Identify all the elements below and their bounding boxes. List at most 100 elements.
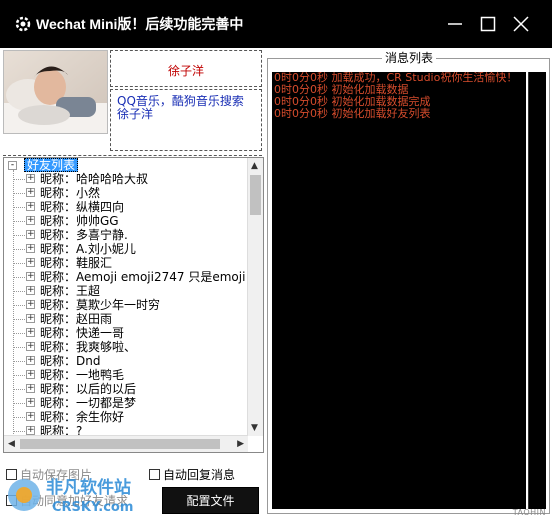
- expand-icon[interactable]: +: [26, 188, 35, 197]
- expand-icon[interactable]: +: [26, 258, 35, 267]
- tree-connector: [14, 417, 25, 418]
- config-button[interactable]: 配置文件: [162, 487, 259, 514]
- tree-item[interactable]: + 昵称：纵横四向: [4, 200, 250, 214]
- tree-item-label: 昵称：多喜宁静.: [40, 228, 128, 242]
- tree-item[interactable]: + 昵称：Dnd: [4, 354, 250, 368]
- expand-icon[interactable]: +: [26, 216, 35, 225]
- expand-icon[interactable]: +: [26, 300, 35, 309]
- tree-connector: [14, 361, 25, 362]
- expand-icon[interactable]: +: [26, 356, 35, 365]
- tree-item-label: 昵称：以后的以后: [40, 382, 137, 396]
- tree-connector: [14, 193, 25, 194]
- scroll-down-icon[interactable]: ▼: [251, 423, 258, 433]
- scroll-thumb[interactable]: [250, 175, 261, 215]
- scroll-left-icon[interactable]: ◀: [8, 439, 15, 449]
- tree-connector: [14, 291, 25, 292]
- expand-icon[interactable]: +: [26, 398, 35, 407]
- tree-connector: [14, 389, 25, 390]
- expand-icon[interactable]: +: [26, 244, 35, 253]
- tree-item[interactable]: + 昵称：帅帅GG: [4, 214, 250, 228]
- tree-connector: [14, 221, 25, 222]
- tree-item[interactable]: + 昵称：我爽够啦、: [4, 340, 250, 354]
- message-log[interactable]: 0时0分0秒 加载成功，CR Studio祝你生活愉快！ 0时0分0秒 初始化加载…: [272, 72, 526, 509]
- scroll-up-icon[interactable]: ▲: [251, 161, 258, 171]
- log-line: 0时0分0秒 初始化加载好友列表: [274, 107, 431, 120]
- tree-item[interactable]: + 昵称：以后的以后: [4, 382, 250, 396]
- auto-accept-friends-option[interactable]: 自动同意加好友请求: [6, 492, 128, 509]
- tree-connector: [14, 277, 25, 278]
- tree-vertical-scrollbar[interactable]: ▲ ▼: [247, 158, 263, 436]
- tree-item[interactable]: + 昵称：多喜宁静.: [4, 228, 250, 242]
- nickname: 徐子洋: [167, 64, 204, 78]
- auto-reply-checkbox[interactable]: [149, 469, 160, 480]
- auto-save-images-checkbox[interactable]: [6, 469, 17, 480]
- tree-item-label: 昵称：莫欺少年一时穷: [40, 298, 161, 312]
- tree-item-label: 昵称：A.刘小妮儿: [40, 242, 136, 256]
- tree-connector: [14, 347, 25, 348]
- expand-icon[interactable]: +: [26, 314, 35, 323]
- expand-icon[interactable]: +: [26, 384, 35, 393]
- auto-reply-option[interactable]: 自动回复消息: [149, 466, 235, 483]
- corner-label: TAOHIN: [512, 508, 546, 517]
- tree-connector: [14, 431, 25, 432]
- tree-item[interactable]: + 昵称：赵田雨: [4, 312, 250, 326]
- close-icon: [513, 16, 529, 32]
- expand-icon[interactable]: +: [26, 412, 35, 421]
- tree-item[interactable]: + 昵称：余生你好: [4, 410, 250, 424]
- expand-icon[interactable]: +: [26, 342, 35, 351]
- tree-item[interactable]: + 昵称：一地鸭毛: [4, 368, 250, 382]
- expand-icon[interactable]: +: [26, 174, 35, 183]
- expand-icon[interactable]: +: [26, 426, 35, 435]
- tree-item-label: 昵称：一切都是梦: [40, 396, 137, 410]
- tree-item-label: 昵称：我爽够啦、: [40, 340, 137, 354]
- tree-item-label: 昵称：Aemoji emoji2747 只是emoji e: [40, 270, 250, 284]
- tree-item[interactable]: + 昵称：鞋服汇: [4, 256, 250, 270]
- tree-connector: [14, 375, 25, 376]
- tree-item[interactable]: + 昵称：小然: [4, 186, 250, 200]
- window-title: Wechat Mini版！后续功能完善中: [36, 16, 244, 32]
- tree-connector: [14, 319, 25, 320]
- expand-icon[interactable]: +: [26, 202, 35, 211]
- expand-icon[interactable]: +: [26, 230, 35, 239]
- auto-save-images-label: 自动保存图片: [20, 468, 93, 482]
- tree-item[interactable]: + 昵称：哈哈哈哈大叔: [4, 172, 250, 186]
- tree-item[interactable]: + 昵称：王超: [4, 284, 250, 298]
- gear-icon: [15, 16, 31, 32]
- tree-item[interactable]: + 昵称：莫欺少年一时穷: [4, 298, 250, 312]
- tree-item-label: 昵称：帅帅GG: [40, 214, 119, 228]
- tree-root-label[interactable]: 好友列表: [24, 158, 79, 172]
- tree-connector: [14, 305, 25, 306]
- message-log-scrollbar[interactable]: [528, 72, 546, 509]
- tree-horizontal-scrollbar[interactable]: ◀ ▶: [4, 435, 248, 452]
- minimize-button[interactable]: [442, 11, 468, 37]
- title-bar: Wechat Mini版！后续功能完善中: [0, 0, 552, 48]
- tree-item-label: 昵称：余生你好: [40, 410, 125, 424]
- tree-item-label: 昵称：一地鸭毛: [40, 368, 125, 382]
- auto-save-images-option[interactable]: 自动保存图片: [6, 466, 92, 483]
- friend-tree[interactable]: - 好友列表 + 昵称：哈哈哈哈大叔 + 昵称：小然 + 昵称：纵横四向 + 昵称：帅帅GG +…: [3, 157, 264, 453]
- tree-connector: [14, 207, 25, 208]
- maximize-button[interactable]: [475, 11, 501, 37]
- expand-icon[interactable]: +: [26, 328, 35, 337]
- scroll-right-icon[interactable]: ▶: [237, 439, 244, 449]
- signature-box: QQ音乐，酷狗音乐搜索 徐子洋: [110, 89, 262, 151]
- tree-connector: [14, 179, 25, 180]
- tree-item[interactable]: + 昵称：快递一哥: [4, 326, 250, 340]
- close-button[interactable]: [508, 11, 534, 37]
- collapse-icon[interactable]: -: [8, 161, 17, 170]
- tree-item-label: 昵称：鞋服汇: [40, 256, 113, 270]
- tree-item[interactable]: + 昵称：Aemoji emoji2747 只是emoji e: [4, 270, 250, 284]
- divider: [3, 155, 262, 156]
- tree-connector: [14, 333, 25, 334]
- scroll-thumb-horizontal[interactable]: [20, 439, 220, 449]
- expand-icon[interactable]: +: [26, 286, 35, 295]
- auto-accept-friends-checkbox[interactable]: [6, 495, 17, 506]
- tree-connector: [14, 263, 25, 264]
- tree-item[interactable]: + 昵称：一切都是梦: [4, 396, 250, 410]
- tree-item-label: 昵称：Dnd: [40, 354, 101, 368]
- message-group-title: 消息列表: [382, 50, 437, 66]
- expand-icon[interactable]: +: [26, 370, 35, 379]
- expand-icon[interactable]: +: [26, 272, 35, 281]
- tree-item[interactable]: + 昵称：A.刘小妮儿: [4, 242, 250, 256]
- tree-item-label: 昵称：赵田雨: [40, 312, 113, 326]
